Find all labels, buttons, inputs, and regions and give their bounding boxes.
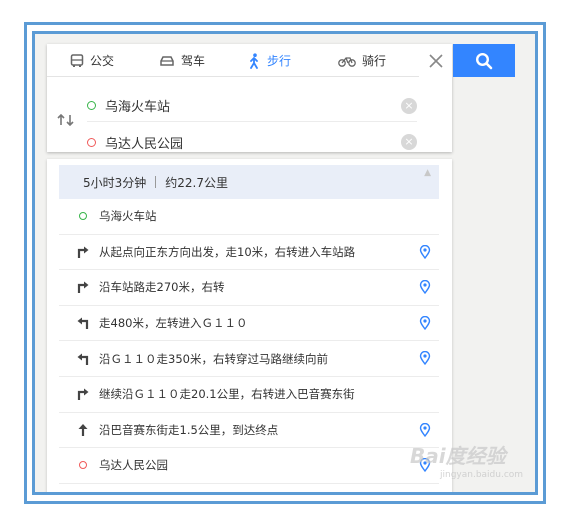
route-step[interactable]: 继续沿Ｇ１１０走20.1公里，右转进入巴音赛东街 xyxy=(59,377,439,413)
summary-divider xyxy=(155,176,157,188)
step-text: 乌达人民公园 xyxy=(99,458,168,473)
search-icon xyxy=(475,52,493,69)
locate-pin-icon[interactable] xyxy=(419,280,431,297)
route-step[interactable]: 沿Ｇ１１０走350米，右转穿过马路继续向前 xyxy=(59,341,439,377)
route-step[interactable]: 沿车站路走270米，右转 xyxy=(59,270,439,306)
bus-icon xyxy=(70,53,84,67)
destination-dot-icon xyxy=(79,461,87,470)
route-step-destination[interactable]: 乌达人民公园 xyxy=(59,448,439,484)
step-text: 乌海火车站 xyxy=(99,209,157,224)
bike-icon xyxy=(338,56,356,67)
collapse-caret-icon[interactable]: ▲ xyxy=(424,168,431,178)
origin-input-value[interactable]: 乌海火车站 xyxy=(105,96,170,115)
map-area: 公交 驾车 步行 骑行 乌海火车站 × 乌达人民公园 × 5小时3分钟 约22.… xyxy=(32,31,538,495)
swap-icon xyxy=(57,113,74,127)
turn-right-icon xyxy=(77,246,89,258)
straight-arrow-icon xyxy=(78,423,88,436)
step-text: 走480米，左转进入Ｇ１１０ xyxy=(99,316,248,331)
locate-pin-icon[interactable] xyxy=(419,315,431,333)
tab-drive-label: 驾车 xyxy=(180,54,205,68)
turn-right-icon xyxy=(77,388,89,401)
route-steps-list: 乌海火车站 从起点向正东方向出发，走10米，右转进入车站路 沿车站路走270米，… xyxy=(59,199,439,484)
tab-drive[interactable]: 驾车 xyxy=(137,44,227,77)
clear-origin-icon[interactable]: × xyxy=(401,98,417,114)
watermark-logo: Bai度经验 xyxy=(410,444,506,468)
transport-tabs: 公交 驾车 步行 骑行 xyxy=(47,44,419,77)
car-icon xyxy=(160,55,174,66)
destination-field[interactable]: 乌达人民公园 × xyxy=(87,126,417,158)
locate-pin-icon[interactable] xyxy=(419,422,431,440)
route-summary[interactable]: 5小时3分钟 约22.7公里 ▲ xyxy=(59,165,439,199)
destination-dot-icon xyxy=(87,137,96,147)
tab-bus[interactable]: 公交 xyxy=(47,44,137,77)
close-button[interactable] xyxy=(419,44,452,77)
route-results-panel: 5小时3分钟 约22.7公里 ▲ 乌海火车站 从起点向正东方向出发，走10米，右… xyxy=(47,159,452,492)
origin-field[interactable]: 乌海火车站 × xyxy=(87,90,417,122)
origin-dot-icon xyxy=(87,101,96,110)
step-text: 沿Ｇ１１０走350米，右转穿过马路继续向前 xyxy=(99,351,328,366)
turn-right-icon xyxy=(77,281,89,294)
close-icon xyxy=(428,53,443,68)
turn-left-icon xyxy=(77,317,89,330)
route-distance: 约22.7公里 xyxy=(165,175,229,190)
turn-left-icon xyxy=(77,353,89,365)
locate-pin-icon[interactable] xyxy=(419,351,431,368)
step-text: 沿车站路走270米，右转 xyxy=(99,280,225,295)
tab-bus-label: 公交 xyxy=(89,54,114,68)
route-step[interactable]: 走480米，左转进入Ｇ１１０ xyxy=(59,306,439,342)
route-duration: 5小时3分钟 xyxy=(83,175,147,190)
route-step[interactable]: 从起点向正东方向出发，走10米，右转进入车站路 xyxy=(59,235,439,271)
route-search-panel: 公交 驾车 步行 骑行 乌海火车站 × 乌达人民公园 × xyxy=(47,44,452,152)
tab-bike-label: 骑行 xyxy=(361,54,386,68)
walk-icon xyxy=(250,52,258,69)
step-text: 从起点向正东方向出发，走10米，右转进入车站路 xyxy=(99,244,356,259)
route-step[interactable]: 沿巴音赛东街走1.5公里，到达终点 xyxy=(59,413,439,449)
swap-button[interactable] xyxy=(57,113,75,129)
origin-dot-icon xyxy=(79,212,87,221)
clear-destination-icon[interactable]: × xyxy=(401,134,417,150)
route-step-origin[interactable]: 乌海火车站 xyxy=(59,199,439,235)
tab-walk[interactable]: 步行 xyxy=(227,44,317,77)
tab-walk-label: 步行 xyxy=(266,54,291,68)
tab-bike[interactable]: 骑行 xyxy=(317,44,407,77)
locate-pin-icon[interactable] xyxy=(419,244,431,262)
step-text: 沿巴音赛东街走1.5公里，到达终点 xyxy=(99,422,279,437)
search-button[interactable] xyxy=(453,44,515,77)
watermark-url: jingyan.baidu.com xyxy=(440,470,524,480)
step-text: 继续沿Ｇ１１０走20.1公里，右转进入巴音赛东街 xyxy=(99,387,355,402)
destination-input-value[interactable]: 乌达人民公园 xyxy=(105,133,183,152)
